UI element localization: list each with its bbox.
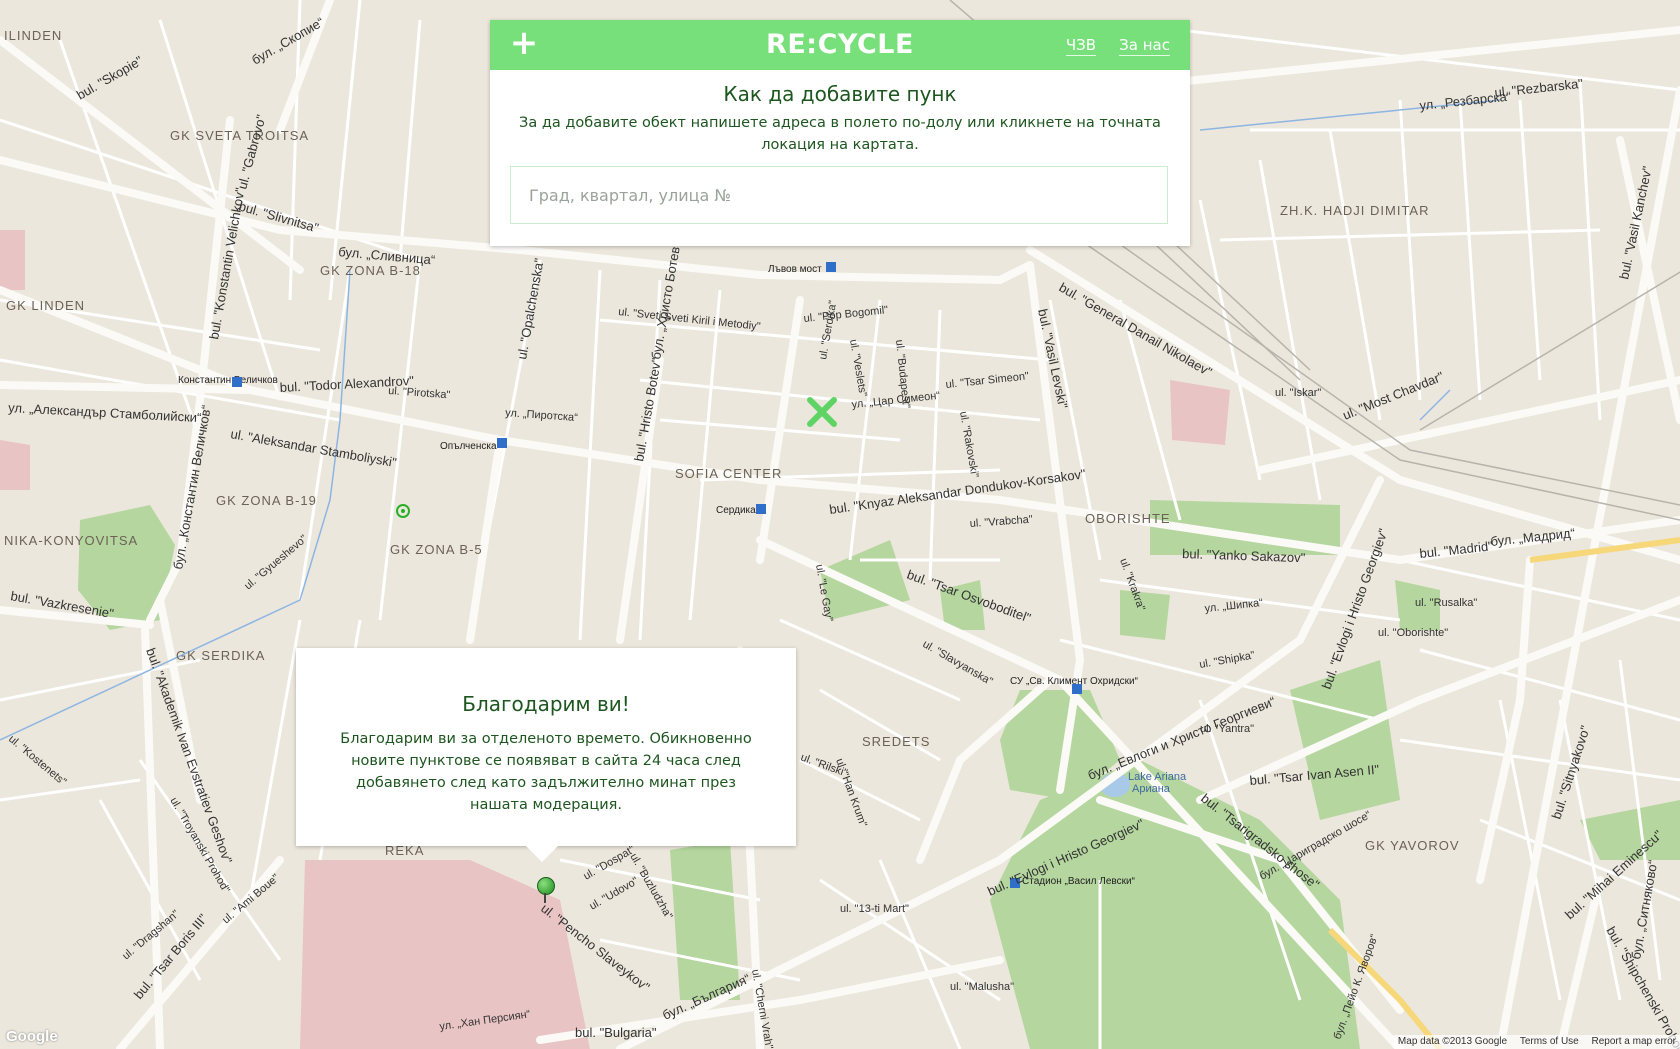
lake-label-local: Ариана	[1132, 783, 1171, 795]
panel-description: За да добавите обект напишете адреса в п…	[519, 115, 1161, 153]
district-label: GK ZONA B-5	[390, 542, 483, 557]
district-label: GK YAVOROV	[1365, 838, 1460, 853]
top-nav: ЧЗВ За нас	[1048, 35, 1170, 56]
street-label: ul. "Rusalka"	[1415, 597, 1477, 609]
street-label: ul. "Oborishte"	[1378, 627, 1448, 639]
map-copyright: Map data ©2013 Google	[1397, 1036, 1508, 1047]
district-label: ZH.K. HADJI DIMITAR	[1280, 203, 1429, 218]
metro-label: Опълченска	[440, 441, 497, 452]
map-footer: Map data ©2013 Google Terms of Use Repor…	[1393, 1035, 1680, 1049]
nav-link-about[interactable]: За нас	[1119, 36, 1170, 56]
district-label: SREDETS	[862, 734, 930, 749]
street-label: ul. "Iskar"	[1275, 387, 1321, 399]
district-label: GK ZONA B-19	[216, 493, 317, 508]
district-label: GK SVETA TROITSA	[170, 128, 309, 143]
map-pin-icon[interactable]	[537, 877, 555, 895]
panel-title: Как да добавите пунк	[723, 82, 957, 106]
district-label: NIKA-KONYOVITSA	[4, 533, 138, 548]
district-label: GK LINDEN	[6, 298, 85, 313]
metro-label: Стадион „Васил Левски“	[1022, 876, 1135, 887]
street-label: ul. "Malusha"	[950, 981, 1014, 993]
popup-message: Благодарим ви за отделеното времето. Оби…	[340, 731, 752, 813]
street-label: ul. "13-ti Mart"	[840, 903, 909, 915]
district-label: SOFIA CENTER	[675, 466, 782, 481]
district-label: ILINDEN	[4, 28, 62, 43]
lake-label: Lake Ariana	[1128, 771, 1187, 783]
google-logo[interactable]: Google	[6, 1028, 58, 1045]
metro-label: Сердика	[716, 505, 756, 516]
close-icon[interactable]	[802, 392, 842, 432]
terms-link[interactable]: Terms of Use	[1520, 1036, 1579, 1047]
report-error-link[interactable]: Report a map error	[1592, 1036, 1676, 1047]
street-label: bul. "Bulgaria"	[575, 1025, 657, 1040]
nav-link-faq[interactable]: ЧЗВ	[1065, 36, 1097, 56]
thanks-popup: Благодарим ви! Благодарим ви за отделено…	[296, 648, 796, 862]
address-search-input[interactable]	[510, 166, 1168, 224]
map-pin-stem	[544, 893, 546, 903]
location-target-icon[interactable]	[396, 504, 410, 518]
top-bar: + RE:CYCLE ЧЗВ За нас	[490, 20, 1190, 70]
metro-label: Константин Величков	[178, 375, 278, 386]
district-label: GK ZONA B-18	[320, 263, 421, 278]
metro-label: Лъвов мост	[768, 264, 822, 275]
street-label: ul. "Yantra"	[1200, 723, 1254, 735]
district-label: GK SERDIKA	[176, 648, 265, 663]
district-label: OBORISHTE	[1085, 511, 1171, 526]
add-point-panel: + RE:CYCLE ЧЗВ За нас Как да добавите пу…	[490, 20, 1190, 246]
popup-title: Благодарим ви!	[462, 692, 630, 716]
